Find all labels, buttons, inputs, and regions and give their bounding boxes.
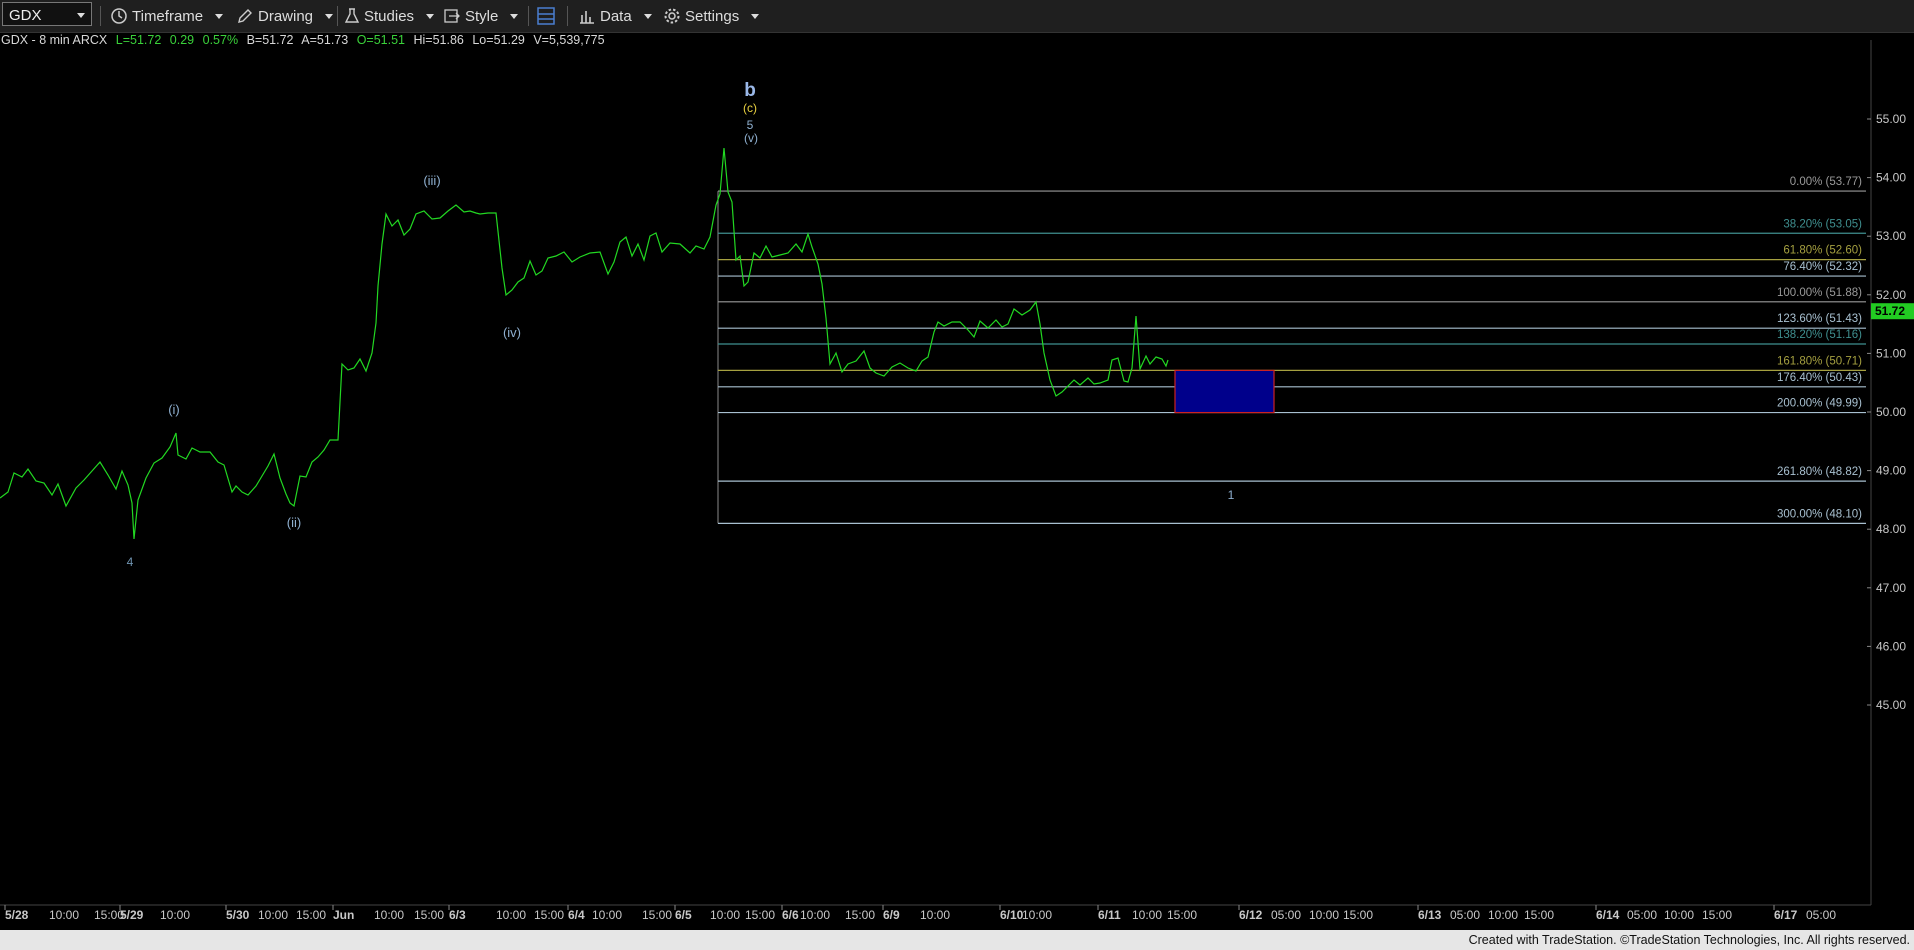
price-tick-label: 55.00: [1876, 112, 1906, 126]
fibonacci-extension[interactable]: 0.00% (53.77) 38.20% (53.05) 61.80% (52.60…: [717, 176, 1866, 524]
price-tick-label: 45.00: [1876, 698, 1906, 712]
target-zone[interactable]: [1174, 369, 1275, 414]
time-tick-label: 15:00: [534, 908, 564, 922]
price-axis[interactable]: 55.00 54.00 53.00 52.00 51.00 50.00 49.00 48.00…: [1867, 40, 1914, 905]
time-tick-label: 10:00: [800, 908, 830, 922]
time-tick-label: 6/9: [883, 908, 900, 922]
fib-level-label: 61.80% (52.60): [1783, 245, 1862, 257]
current-price-label: 51.72: [1875, 304, 1905, 318]
price-chart[interactable]: 0.00% (53.77) 38.20% (53.05) 61.80% (52.60…: [0, 0, 1914, 930]
price-tick-label: 50.00: [1876, 405, 1906, 419]
price-tick-label: 54.00: [1876, 171, 1906, 185]
price-tick-label: 48.00: [1876, 522, 1906, 536]
wave-label: 5: [747, 118, 754, 132]
fib-level-label: 123.60% (51.43): [1777, 313, 1862, 325]
wave-label: b: [744, 80, 756, 101]
watermark: Created with TradeStation. ©TradeStation…: [1468, 933, 1910, 947]
time-tick-label: 05:00: [1450, 908, 1480, 922]
wave-label: (ii): [287, 515, 301, 530]
price-tick-label: 52.00: [1876, 288, 1906, 302]
price-tick-label: 51.00: [1876, 346, 1906, 360]
time-tick-label: 5/29: [120, 908, 144, 922]
time-tick-label: Jun: [333, 908, 354, 922]
time-tick-label: 6/5: [675, 908, 692, 922]
time-tick-label: 05:00: [1627, 908, 1657, 922]
wave-label: (i): [168, 402, 180, 417]
price-tick-label: 46.00: [1876, 639, 1906, 653]
fib-level-label: 300.00% (48.10): [1777, 508, 1862, 520]
time-tick-label: 15:00: [845, 908, 875, 922]
fib-level-label: 161.80% (50.71): [1777, 355, 1862, 367]
time-tick-label: 6/4: [568, 908, 585, 922]
fib-level-label: 138.20% (51.16): [1777, 329, 1862, 341]
fib-level-label: 76.40% (52.32): [1783, 261, 1862, 273]
time-tick-label: 15:00: [1524, 908, 1554, 922]
wave-label: (c): [743, 101, 757, 115]
time-tick-label: 15:00: [296, 908, 326, 922]
time-tick-label: 15:00: [745, 908, 775, 922]
time-axis[interactable]: 5/28 10:00 15:00 5/29 10:00 5/30 10:00 15:00 Jun…: [0, 904, 1871, 922]
time-tick-label: 10:00: [374, 908, 404, 922]
wave-label: (v): [744, 131, 758, 145]
time-tick-label: 6/3: [449, 908, 466, 922]
time-tick-label: 10:00: [1132, 908, 1162, 922]
fib-level-label: 0.00% (53.77): [1790, 176, 1862, 188]
target-box: [1174, 369, 1275, 414]
time-tick-label: 10:00: [592, 908, 622, 922]
time-tick-label: 15:00: [414, 908, 444, 922]
fib-level-label: 100.00% (51.88): [1777, 287, 1862, 299]
wave-label: 4: [127, 555, 134, 569]
time-tick-label: 10:00: [1309, 908, 1339, 922]
time-tick-label: 6/11: [1098, 908, 1121, 922]
time-tick-label: 15:00: [1167, 908, 1197, 922]
time-tick-label: 10:00: [710, 908, 740, 922]
time-tick-label: 10:00: [258, 908, 288, 922]
fib-level-label: 200.00% (49.99): [1777, 398, 1862, 410]
time-tick-label: 10:00: [920, 908, 950, 922]
time-tick-label: 6/14: [1596, 908, 1620, 922]
wave-label: (iii): [423, 173, 440, 188]
time-tick-label: 6/13: [1418, 908, 1442, 922]
time-tick-label: 05:00: [1271, 908, 1301, 922]
price-tick-label: 49.00: [1876, 464, 1906, 478]
price-tick-label: 47.00: [1876, 581, 1906, 595]
time-tick-label: 10:00: [49, 908, 79, 922]
time-tick-label: 6/6: [782, 908, 799, 922]
time-tick-label: 6/17: [1774, 908, 1798, 922]
time-tick-label: 10:00: [1022, 908, 1052, 922]
wave-label: (iv): [503, 325, 521, 340]
fib-level-label: 38.20% (53.05): [1783, 218, 1862, 230]
time-tick-label: 15:00: [1702, 908, 1732, 922]
time-tick-label: 5/28: [5, 908, 29, 922]
wave-label: 1: [1228, 488, 1235, 502]
time-tick-label: 15:00: [642, 908, 672, 922]
time-tick-label: 5/30: [226, 908, 250, 922]
price-tick-label: 53.00: [1876, 229, 1906, 243]
fib-level-label: 261.80% (48.82): [1777, 466, 1862, 478]
time-tick-label: 10:00: [1488, 908, 1518, 922]
time-tick-label: 05:00: [1806, 908, 1836, 922]
time-tick-label: 10:00: [496, 908, 526, 922]
time-tick-label: 6/12: [1239, 908, 1263, 922]
time-tick-label: 10:00: [1664, 908, 1694, 922]
wave-labels: 4 (i) (ii) (iii) (iv) b(c) 5(v) 1: [127, 80, 1235, 569]
status-bar: Created with TradeStation. ©TradeStation…: [0, 930, 1914, 950]
fib-level-label: 176.40% (50.43): [1777, 372, 1862, 384]
time-tick-label: 15:00: [1343, 908, 1373, 922]
time-tick-label: 10:00: [160, 908, 190, 922]
time-tick-label: 6/10: [1000, 908, 1024, 922]
